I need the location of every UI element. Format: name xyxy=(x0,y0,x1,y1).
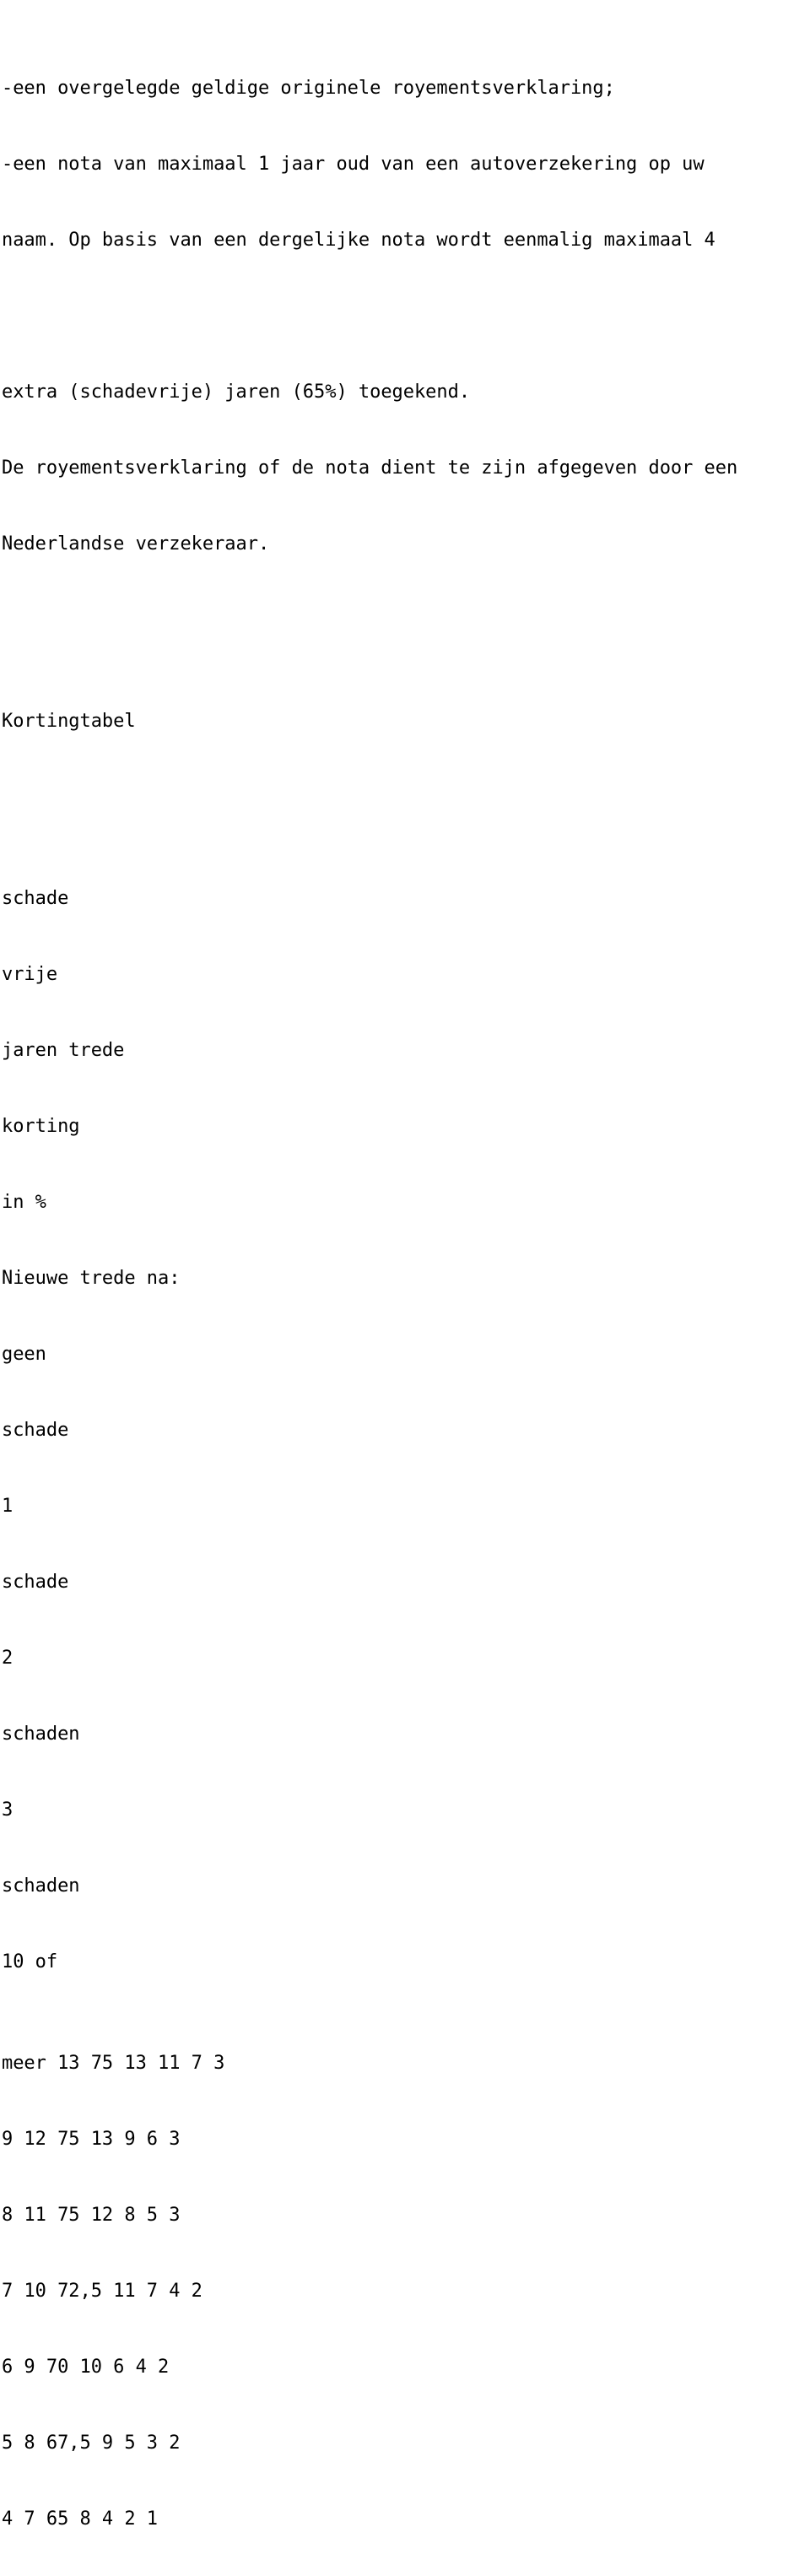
intro-line-6: Nederlandse verzekeraar. xyxy=(2,533,270,555)
kortingtabel-heading-gap xyxy=(2,785,810,810)
table-header-line-9: 1 xyxy=(2,1496,14,1517)
table-header-line-12: schaden xyxy=(2,1724,80,1745)
table-row: meer 13 75 13 11 7 3 xyxy=(2,2053,225,2074)
table-header-line-1: schade xyxy=(2,888,69,909)
table-row: 7 10 72,5 11 7 4 2 xyxy=(2,2281,202,2302)
table-header-line-5: in % xyxy=(2,1192,46,1213)
table-row: 5 8 67,5 9 5 3 2 xyxy=(2,2433,181,2454)
table-header-line-11: 2 xyxy=(2,1648,14,1669)
intro-line-2: -een nota van maximaal 1 jaar oud van ee… xyxy=(2,154,705,175)
intro-line-4: extra (schadevrije) jaren (65%) toegeken… xyxy=(2,382,471,403)
intro-line-3: naam. Op basis van een dergelijke nota w… xyxy=(2,230,716,251)
table-header-line-8: schade xyxy=(2,1420,69,1441)
table-header-line-4: korting xyxy=(2,1116,80,1137)
intro-blank-line-1 xyxy=(2,304,810,329)
table-header-line-10: schade xyxy=(2,1572,69,1593)
table-header-line-7: geen xyxy=(2,1344,46,1365)
table-row: 8 11 75 12 8 5 3 xyxy=(2,2205,181,2226)
table-row: 4 7 65 8 4 2 1 xyxy=(2,2508,159,2530)
document-text-body: -een overgelegde geldige originele royem… xyxy=(2,0,810,2576)
table-header-line-14: schaden xyxy=(2,1875,80,1897)
table-header-line-15: 10 of xyxy=(2,1951,58,1973)
table-row: 9 12 75 13 9 6 3 xyxy=(2,2129,181,2150)
table-header-line-13: 3 xyxy=(2,1799,14,1821)
intro-line-1: -een overgelegde geldige originele royem… xyxy=(2,78,615,99)
intro-blank-line-2 xyxy=(2,608,810,633)
kortingtabel-heading: Kortingtabel xyxy=(2,711,136,732)
table-row: 6 9 70 10 6 4 2 xyxy=(2,2357,170,2378)
table-header-line-2: vrije xyxy=(2,964,58,985)
document-page: -een overgelegde geldige originele royem… xyxy=(0,0,810,2530)
intro-line-5: De royementsverklaring of de nota dient … xyxy=(2,457,738,479)
table-header-line-3: jaren trede xyxy=(2,1040,125,1061)
